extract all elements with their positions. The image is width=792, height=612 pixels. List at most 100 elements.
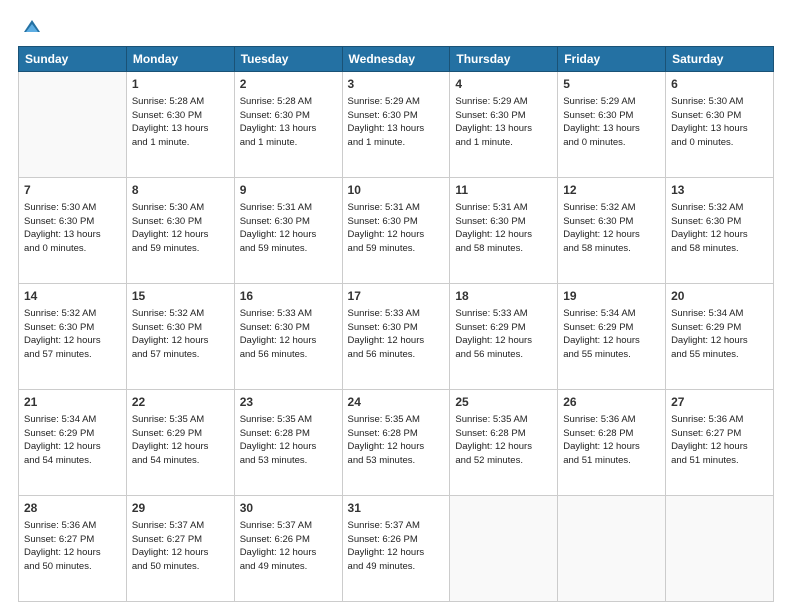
calendar-cell: 8 Sunrise: 5:30 AMSunset: 6:30 PMDaylight… bbox=[126, 178, 234, 284]
day-number: 15 bbox=[132, 288, 229, 305]
day-number: 31 bbox=[348, 500, 445, 517]
calendar-cell: 29Sunrise: 5:37 AMSunset: 6:27 PMDayligh… bbox=[126, 496, 234, 602]
calendar-cell: 21 Sunrise: 5:34 AMSunset: 6:29 PMDayligh… bbox=[19, 390, 127, 496]
calendar-cell: 7 Sunrise: 5:30 AMSunset: 6:30 PMDaylight… bbox=[19, 178, 127, 284]
day-info: Sunrise: 5:37 AMSunset: 6:26 PMDaylight:… bbox=[348, 519, 445, 574]
day-info: Sunrise: 5:34 AMSunset: 6:29 PMDaylight:… bbox=[24, 413, 121, 468]
day-number: 4 bbox=[455, 76, 552, 93]
calendar-cell: 6 Sunrise: 5:30 AMSunset: 6:30 PMDaylight… bbox=[666, 72, 774, 178]
day-number: 6 bbox=[671, 76, 768, 93]
calendar-cell: 25 Sunrise: 5:35 AMSunset: 6:28 PMDayligh… bbox=[450, 390, 558, 496]
calendar-cell: 27Sunrise: 5:36 AMSunset: 6:27 PMDayligh… bbox=[666, 390, 774, 496]
day-info: Sunrise: 5:29 AMSunset: 6:30 PMDaylight:… bbox=[563, 95, 660, 150]
calendar-cell: 23 Sunrise: 5:35 AMSunset: 6:28 PMDayligh… bbox=[234, 390, 342, 496]
calendar-cell: 2 Sunrise: 5:28 AMSunset: 6:30 PMDaylight… bbox=[234, 72, 342, 178]
calendar-cell: 11 Sunrise: 5:31 AMSunset: 6:30 PMDayligh… bbox=[450, 178, 558, 284]
calendar-cell: 1 Sunrise: 5:28 AMSunset: 6:30 PMDaylight… bbox=[126, 72, 234, 178]
weekday-header-monday: Monday bbox=[126, 47, 234, 72]
day-info: Sunrise: 5:29 AMSunset: 6:30 PMDaylight:… bbox=[455, 95, 552, 150]
day-number: 11 bbox=[455, 182, 552, 199]
day-number: 22 bbox=[132, 394, 229, 411]
calendar-cell: 14 Sunrise: 5:32 AMSunset: 6:30 PMDayligh… bbox=[19, 284, 127, 390]
day-number: 1 bbox=[132, 76, 229, 93]
calendar-cell: 5 Sunrise: 5:29 AMSunset: 6:30 PMDaylight… bbox=[558, 72, 666, 178]
weekday-header-friday: Friday bbox=[558, 47, 666, 72]
calendar-cell: 20Sunrise: 5:34 AMSunset: 6:29 PMDayligh… bbox=[666, 284, 774, 390]
day-info: Sunrise: 5:31 AMSunset: 6:30 PMDaylight:… bbox=[348, 201, 445, 256]
day-info: Sunrise: 5:29 AMSunset: 6:30 PMDaylight:… bbox=[348, 95, 445, 150]
day-info: Sunrise: 5:32 AMSunset: 6:30 PMDaylight:… bbox=[671, 201, 768, 256]
calendar-cell: 28Sunrise: 5:36 AMSunset: 6:27 PMDayligh… bbox=[19, 496, 127, 602]
weekday-header-saturday: Saturday bbox=[666, 47, 774, 72]
day-info: Sunrise: 5:32 AMSunset: 6:30 PMDaylight:… bbox=[24, 307, 121, 362]
day-number: 14 bbox=[24, 288, 121, 305]
weekday-header-thursday: Thursday bbox=[450, 47, 558, 72]
day-info: Sunrise: 5:35 AMSunset: 6:28 PMDaylight:… bbox=[240, 413, 337, 468]
day-info: Sunrise: 5:36 AMSunset: 6:28 PMDaylight:… bbox=[563, 413, 660, 468]
calendar-cell bbox=[450, 496, 558, 602]
page: SundayMondayTuesdayWednesdayThursdayFrid… bbox=[0, 0, 792, 612]
calendar-cell: 13 Sunrise: 5:32 AMSunset: 6:30 PMDayligh… bbox=[666, 178, 774, 284]
day-info: Sunrise: 5:30 AMSunset: 6:30 PMDaylight:… bbox=[671, 95, 768, 150]
calendar-cell: 19Sunrise: 5:34 AMSunset: 6:29 PMDayligh… bbox=[558, 284, 666, 390]
weekday-header-row: SundayMondayTuesdayWednesdayThursdayFrid… bbox=[19, 47, 774, 72]
logo bbox=[18, 18, 42, 38]
calendar-cell: 10Sunrise: 5:31 AMSunset: 6:30 PMDayligh… bbox=[342, 178, 450, 284]
calendar-week-row: 21 Sunrise: 5:34 AMSunset: 6:29 PMDayligh… bbox=[19, 390, 774, 496]
day-info: Sunrise: 5:32 AMSunset: 6:30 PMDaylight:… bbox=[132, 307, 229, 362]
day-number: 5 bbox=[563, 76, 660, 93]
day-info: Sunrise: 5:37 AMSunset: 6:26 PMDaylight:… bbox=[240, 519, 337, 574]
calendar-cell bbox=[666, 496, 774, 602]
calendar-cell: 30 Sunrise: 5:37 AMSunset: 6:26 PMDayligh… bbox=[234, 496, 342, 602]
day-info: Sunrise: 5:28 AMSunset: 6:30 PMDaylight:… bbox=[240, 95, 337, 150]
day-number: 19 bbox=[563, 288, 660, 305]
calendar-week-row: 7 Sunrise: 5:30 AMSunset: 6:30 PMDaylight… bbox=[19, 178, 774, 284]
calendar-cell: 15 Sunrise: 5:32 AMSunset: 6:30 PMDayligh… bbox=[126, 284, 234, 390]
day-number: 8 bbox=[132, 182, 229, 199]
day-info: Sunrise: 5:28 AMSunset: 6:30 PMDaylight:… bbox=[132, 95, 229, 150]
day-info: Sunrise: 5:33 AMSunset: 6:29 PMDaylight:… bbox=[455, 307, 552, 362]
day-number: 7 bbox=[24, 182, 121, 199]
day-number: 18 bbox=[455, 288, 552, 305]
day-number: 25 bbox=[455, 394, 552, 411]
day-number: 30 bbox=[240, 500, 337, 517]
calendar-cell bbox=[19, 72, 127, 178]
day-number: 24 bbox=[348, 394, 445, 411]
day-number: 2 bbox=[240, 76, 337, 93]
day-number: 26 bbox=[563, 394, 660, 411]
calendar-week-row: 14 Sunrise: 5:32 AMSunset: 6:30 PMDayligh… bbox=[19, 284, 774, 390]
day-number: 23 bbox=[240, 394, 337, 411]
day-info: Sunrise: 5:35 AMSunset: 6:28 PMDaylight:… bbox=[348, 413, 445, 468]
logo-icon bbox=[22, 18, 42, 38]
day-info: Sunrise: 5:35 AMSunset: 6:28 PMDaylight:… bbox=[455, 413, 552, 468]
day-info: Sunrise: 5:30 AMSunset: 6:30 PMDaylight:… bbox=[132, 201, 229, 256]
day-number: 17 bbox=[348, 288, 445, 305]
calendar-week-row: 28Sunrise: 5:36 AMSunset: 6:27 PMDayligh… bbox=[19, 496, 774, 602]
day-info: Sunrise: 5:33 AMSunset: 6:30 PMDaylight:… bbox=[240, 307, 337, 362]
calendar-cell: 26 Sunrise: 5:36 AMSunset: 6:28 PMDayligh… bbox=[558, 390, 666, 496]
day-number: 20 bbox=[671, 288, 768, 305]
day-number: 13 bbox=[671, 182, 768, 199]
calendar-cell: 12 Sunrise: 5:32 AMSunset: 6:30 PMDayligh… bbox=[558, 178, 666, 284]
day-info: Sunrise: 5:35 AMSunset: 6:29 PMDaylight:… bbox=[132, 413, 229, 468]
calendar-table: SundayMondayTuesdayWednesdayThursdayFrid… bbox=[18, 46, 774, 602]
weekday-header-sunday: Sunday bbox=[19, 47, 127, 72]
day-number: 12 bbox=[563, 182, 660, 199]
day-number: 21 bbox=[24, 394, 121, 411]
day-number: 16 bbox=[240, 288, 337, 305]
day-number: 29 bbox=[132, 500, 229, 517]
day-info: Sunrise: 5:30 AMSunset: 6:30 PMDaylight:… bbox=[24, 201, 121, 256]
calendar-cell: 9Sunrise: 5:31 AMSunset: 6:30 PMDaylight… bbox=[234, 178, 342, 284]
day-info: Sunrise: 5:33 AMSunset: 6:30 PMDaylight:… bbox=[348, 307, 445, 362]
day-info: Sunrise: 5:31 AMSunset: 6:30 PMDaylight:… bbox=[240, 201, 337, 256]
calendar-cell: 3Sunrise: 5:29 AMSunset: 6:30 PMDaylight… bbox=[342, 72, 450, 178]
calendar-cell: 17 Sunrise: 5:33 AMSunset: 6:30 PMDayligh… bbox=[342, 284, 450, 390]
day-info: Sunrise: 5:31 AMSunset: 6:30 PMDaylight:… bbox=[455, 201, 552, 256]
day-number: 27 bbox=[671, 394, 768, 411]
weekday-header-wednesday: Wednesday bbox=[342, 47, 450, 72]
calendar-cell: 31 Sunrise: 5:37 AMSunset: 6:26 PMDayligh… bbox=[342, 496, 450, 602]
calendar-cell: 16 Sunrise: 5:33 AMSunset: 6:30 PMDayligh… bbox=[234, 284, 342, 390]
day-info: Sunrise: 5:32 AMSunset: 6:30 PMDaylight:… bbox=[563, 201, 660, 256]
day-number: 28 bbox=[24, 500, 121, 517]
calendar-cell bbox=[558, 496, 666, 602]
